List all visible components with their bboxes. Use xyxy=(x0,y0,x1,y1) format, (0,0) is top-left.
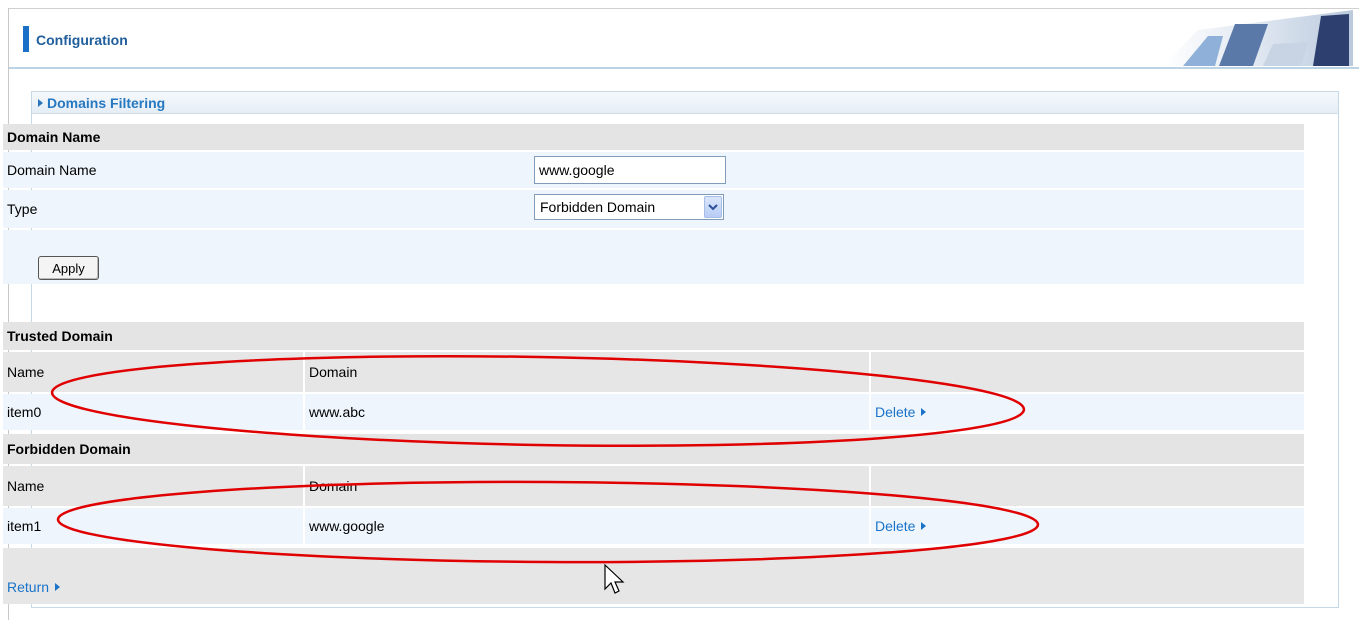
forbidden-table-row: item1 www.google Delete xyxy=(3,508,1304,544)
footer-row: Return xyxy=(3,548,1304,604)
page-header: Configuration xyxy=(9,9,1359,69)
chevron-down-icon[interactable] xyxy=(704,196,722,218)
type-label: Type xyxy=(7,201,38,217)
delete-link-text[interactable]: Delete xyxy=(875,404,915,420)
forbidden-table-header: Name Domain xyxy=(3,466,1304,506)
domain-name-label: Domain Name xyxy=(7,162,97,178)
type-select[interactable]: Forbidden Domain xyxy=(534,194,724,220)
trusted-table-row: item0 www.abc Delete xyxy=(3,394,1304,430)
column-header-action xyxy=(869,466,1304,506)
type-select-value: Forbidden Domain xyxy=(540,199,656,215)
apply-button[interactable]: Apply xyxy=(38,256,99,280)
panel-title: Domains Filtering xyxy=(32,92,1338,114)
triangle-right-icon xyxy=(55,583,61,591)
header-banner-image xyxy=(1163,10,1353,66)
page-title: Configuration xyxy=(36,32,128,48)
triangle-right-icon xyxy=(921,408,927,416)
form-row-apply xyxy=(3,230,1304,284)
forbidden-item-domain: www.google xyxy=(303,508,869,544)
column-header-domain: Domain xyxy=(303,466,869,506)
forbidden-item-name: item1 xyxy=(7,518,42,534)
domain-name-input[interactable]: www.google xyxy=(534,156,726,184)
triangle-right-icon xyxy=(921,522,927,530)
column-header-name: Name xyxy=(7,478,45,494)
column-header-domain: Domain xyxy=(303,352,869,392)
return-link[interactable]: Return xyxy=(3,572,303,602)
section-header-forbidden-domain: Forbidden Domain xyxy=(3,434,1304,464)
return-link-text[interactable]: Return xyxy=(7,579,49,595)
section-header-trusted-domain: Trusted Domain xyxy=(3,322,1304,350)
trusted-table-header: Name Domain xyxy=(3,352,1304,392)
forbidden-delete-link[interactable]: Delete xyxy=(869,508,1304,544)
trusted-item-name: item0 xyxy=(7,404,42,420)
header-accent-bar xyxy=(23,26,29,52)
trusted-item-domain: www.abc xyxy=(303,394,869,430)
column-header-action xyxy=(869,352,1304,392)
trusted-delete-link[interactable]: Delete xyxy=(869,394,1304,430)
delete-link-text[interactable]: Delete xyxy=(875,518,915,534)
column-header-name: Name xyxy=(7,364,45,380)
section-header-domain-name: Domain Name xyxy=(3,124,1304,150)
triangle-right-icon xyxy=(38,99,43,107)
panel-title-text: Domains Filtering xyxy=(47,95,166,111)
